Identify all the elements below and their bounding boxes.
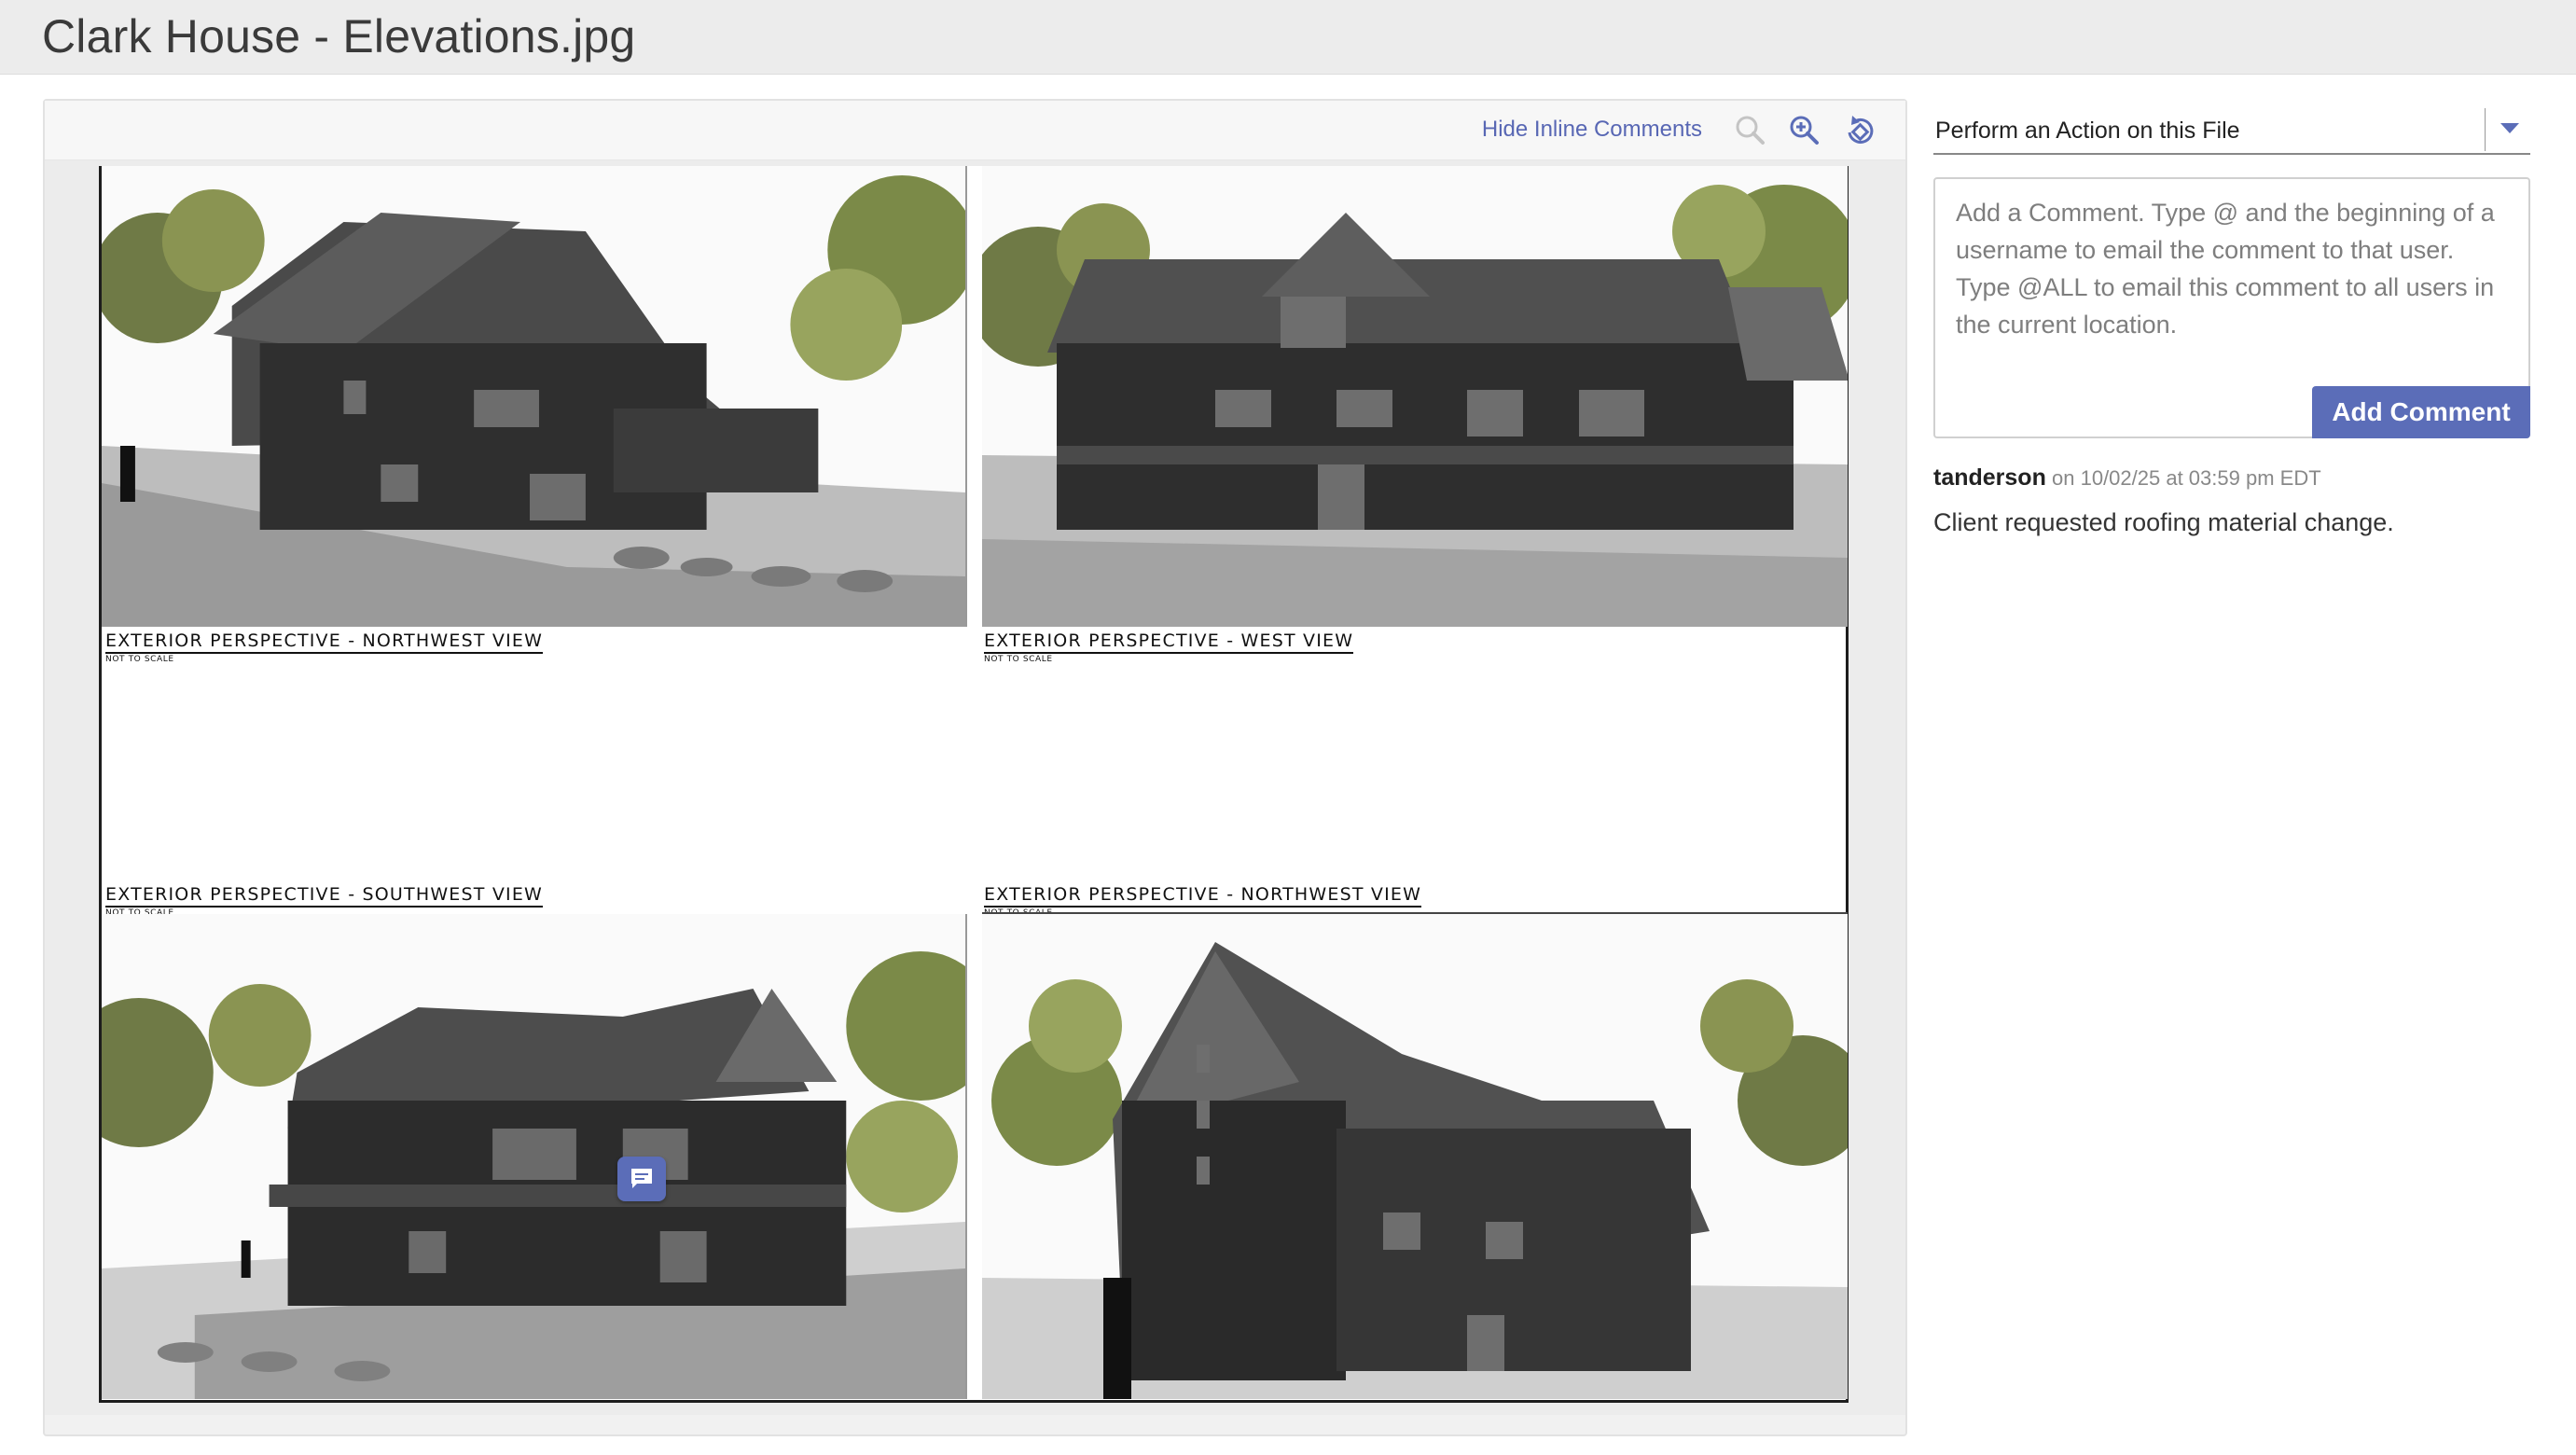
dropdown-separator — [2485, 108, 2486, 151]
comment-timestamp: 10/02/25 at 03:59 pm EDT — [2080, 466, 2321, 490]
caption-southwest: Exterior Perspective - Southwest View No… — [105, 884, 544, 918]
viewer-toolbar: Hide Inline Comments — [45, 101, 1905, 160]
chevron-down-icon[interactable] — [2500, 123, 2519, 133]
comment-input[interactable] — [1935, 179, 2528, 384]
caption-west: Exterior Perspective - West View Not to … — [984, 630, 1354, 664]
title-bar: Clark House - Elevations.jpg — [0, 0, 2576, 75]
image-canvas: Exterior Perspective - Northwest View No… — [45, 160, 1905, 1415]
rotate-icon[interactable] — [1842, 112, 1879, 149]
zoom-in-icon[interactable] — [1786, 112, 1823, 149]
comment-item: tanderson on 10/02/25 at 03:59 pm EDT Cl… — [1933, 464, 2530, 537]
file-action-dropdown[interactable]: Perform an Action on this File — [1933, 99, 2530, 155]
caption-northwest: Exterior Perspective - Northwest View No… — [105, 630, 544, 664]
perspective-northwest-image — [102, 166, 967, 627]
perspective-northwest-2-image — [982, 914, 1848, 1399]
comment-form: Add Comment — [1933, 177, 2530, 438]
comment-meta: tanderson on 10/02/25 at 03:59 pm EDT — [1933, 464, 2530, 492]
comment-bubble-icon — [631, 1169, 652, 1188]
comment-author[interactable]: tanderson — [1933, 464, 2046, 491]
comments-sidebar: Perform an Action on this File Add Comme… — [1933, 99, 2532, 536]
perspective-west-image — [982, 166, 1848, 627]
comment-on-label: on — [2051, 466, 2075, 490]
perspective-southwest-image — [102, 914, 967, 1399]
elevation-sheet: Exterior Perspective - Northwest View No… — [99, 166, 1849, 1403]
zoom-out-icon[interactable] — [1732, 112, 1769, 149]
file-action-label: Perform an Action on this File — [1935, 118, 2240, 144]
inline-comment-marker[interactable] — [617, 1157, 666, 1201]
comment-text: Client requested roofing material change… — [1933, 508, 2394, 536]
image-viewer: Hide Inline Comments EXTERIOR PERSPECTIV… — [43, 99, 1907, 1436]
hide-inline-comments-link[interactable]: Hide Inline Comments — [1482, 117, 1702, 143]
file-title: Clark House - Elevations.jpg — [42, 10, 636, 62]
add-comment-button[interactable]: Add Comment — [2312, 386, 2530, 438]
